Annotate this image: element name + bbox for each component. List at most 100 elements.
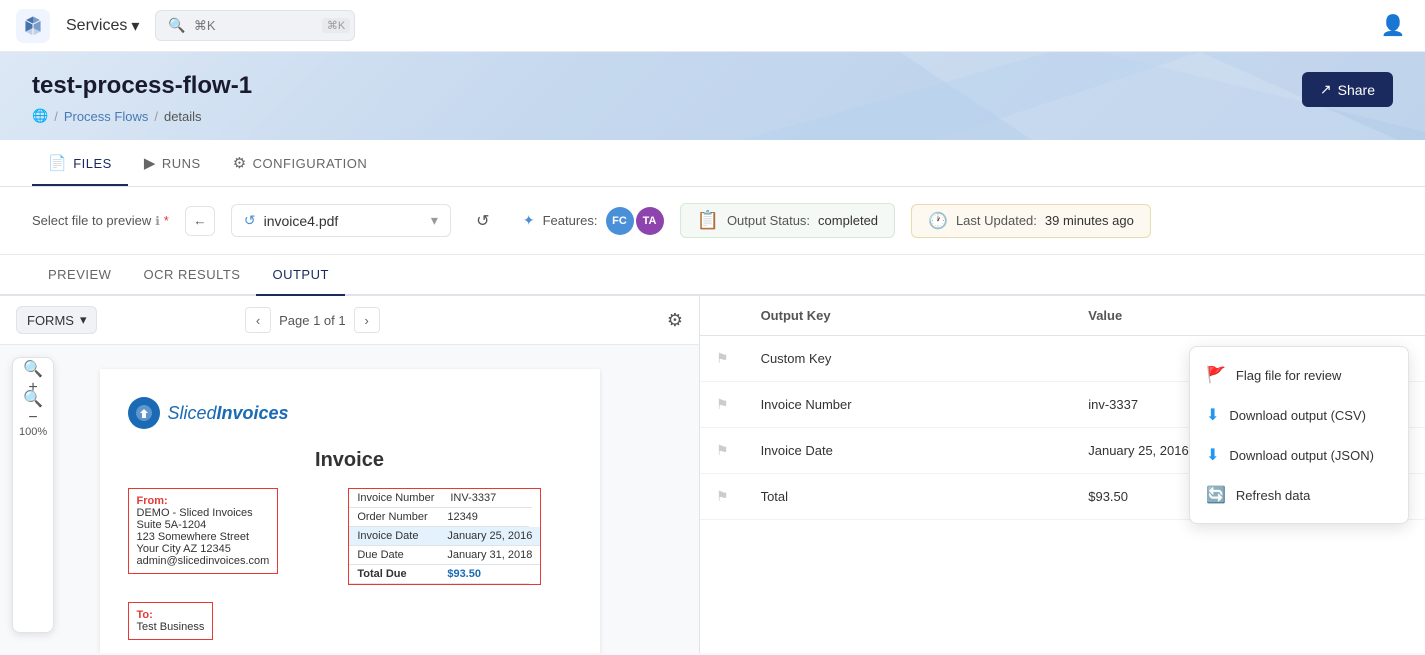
key-invoice-number: Invoice Number — [349, 489, 442, 508]
col-value-header: Value — [1072, 296, 1425, 336]
breadcrumb: 🌐 / Process Flows / details — [32, 108, 1393, 124]
sub-tab-preview[interactable]: PREVIEW — [32, 255, 127, 296]
val-invoice-number: INV-3337 — [442, 489, 532, 508]
flag-icon-invoice-number[interactable]: ⚑ — [716, 396, 729, 412]
user-profile-button[interactable]: 👤 — [1377, 10, 1409, 42]
invoice-table-row-5: Total Due $93.50 — [349, 565, 540, 584]
configuration-tab-label: CONFIGURATION — [253, 156, 368, 171]
invoice-table-row-1: Invoice Number INV-3337 — [349, 489, 540, 508]
forms-select[interactable]: FORMS ▾ — [16, 306, 97, 334]
gear-icon: ⚙ — [667, 310, 683, 330]
file-refresh-icon: ↺ — [244, 212, 256, 229]
main-content-area: FORMS ▾ ‹ Page 1 of 1 › ⚙ 🔍+ — [0, 296, 1425, 653]
features-label: Features: — [543, 213, 598, 228]
share-label: Share — [1338, 82, 1375, 98]
zoom-out-button[interactable]: 🔍− — [19, 394, 47, 422]
hero-header: test-process-flow-1 🌐 / Process Flows / … — [0, 52, 1425, 140]
prev-icon: ‹ — [256, 313, 260, 328]
breadcrumb-process-flows[interactable]: Process Flows — [64, 109, 149, 124]
invoice-details-table: Invoice Number INV-3337 Order Number 123… — [348, 488, 541, 585]
dropdown-arrow-icon: ▾ — [431, 212, 438, 229]
col-key-header: Output Key — [745, 296, 1073, 336]
sub-tab-output[interactable]: OUTPUT — [256, 255, 344, 296]
forms-chevron-icon: ▾ — [80, 312, 87, 328]
menu-item-download-json[interactable]: ⬇ Download output (JSON) — [1190, 435, 1408, 475]
user-icon: 👤 — [1381, 13, 1406, 38]
menu-item-refresh[interactable]: 🔄 Refresh data — [1190, 475, 1408, 515]
invoice-document: 🔍+ 🔍− 100% SlicedInvoices — [0, 345, 699, 653]
services-label: Services — [66, 17, 127, 35]
file-selector-bar: Select file to preview ℹ * ← ↺ invoice4.… — [0, 187, 1425, 255]
zoom-in-button[interactable]: 🔍+ — [19, 364, 47, 392]
logo-circle — [128, 397, 160, 429]
invoice-table-row-3: Invoice Date January 25, 2016 — [349, 527, 540, 546]
to-label: To: — [137, 609, 205, 621]
avatar-fc[interactable]: FC — [606, 207, 634, 235]
next-page-button[interactable]: › — [354, 307, 380, 333]
share-icon: ↗ — [1320, 81, 1332, 98]
preview-settings-button[interactable]: ⚙ — [667, 310, 683, 331]
time-icon: 🕐 — [928, 211, 948, 231]
invoice-paper: SlicedInvoices Invoice From: DEMO - Slic… — [100, 369, 600, 653]
zoom-controls: 🔍+ 🔍− 100% — [12, 357, 54, 633]
download-csv-icon: ⬇ — [1206, 405, 1219, 425]
back-button[interactable]: ← — [185, 206, 215, 236]
output-status-value: completed — [818, 213, 878, 228]
app-logo[interactable] — [16, 9, 50, 43]
tab-runs[interactable]: ▶ RUNS — [128, 140, 217, 186]
configuration-tab-icon: ⚙ — [233, 154, 247, 172]
flag-review-icon: 🚩 — [1206, 365, 1226, 385]
features-icon: ✦ — [523, 212, 535, 229]
menu-item-flag-review[interactable]: 🚩 Flag file for review — [1190, 355, 1408, 395]
download-json-label: Download output (JSON) — [1229, 448, 1374, 463]
context-menu: 🚩 Flag file for review ⬇ Download output… — [1189, 346, 1409, 524]
tab-files[interactable]: 📄 FILES — [32, 140, 128, 186]
key-invoice-date-output: Invoice Date — [745, 428, 1073, 474]
services-dropdown-button[interactable]: Services ▾ — [66, 16, 139, 36]
file-dropdown[interactable]: ↺ invoice4.pdf ▾ — [231, 204, 451, 237]
refresh-icon: ↺ — [476, 213, 489, 230]
avatar-ta[interactable]: TA — [636, 207, 664, 235]
info-icon: ℹ — [155, 214, 160, 228]
invoice-logo-text: SlicedInvoices — [168, 403, 289, 424]
invoice-table-row-2: Order Number 12349 — [349, 508, 540, 527]
last-updated-section: 🕐 Last Updated: 39 minutes ago — [911, 204, 1151, 238]
refresh-data-label: Refresh data — [1236, 488, 1310, 503]
flag-icon-invoice-date[interactable]: ⚑ — [716, 442, 729, 458]
features-section: ✦ Features: FC TA — [523, 207, 664, 235]
last-updated-label: Last Updated: — [956, 213, 1037, 228]
refresh-button[interactable]: ↺ — [467, 205, 499, 237]
pagination-controls: ‹ Page 1 of 1 › — [245, 307, 380, 333]
key-custom-key: Custom Key — [745, 336, 1073, 382]
flag-icon-custom-key[interactable]: ⚑ — [716, 350, 729, 366]
runs-tab-label: RUNS — [162, 156, 201, 171]
flag-review-label: Flag file for review — [1236, 368, 1341, 383]
invoice-to-box: To: Test Business — [128, 602, 214, 640]
prev-page-button[interactable]: ‹ — [245, 307, 271, 333]
from-line2: Suite 5A-1204 — [137, 519, 270, 531]
invoice-table-row-4: Due Date January 31, 2018 — [349, 546, 540, 565]
forms-label: FORMS — [27, 313, 74, 328]
search-input[interactable] — [194, 18, 314, 33]
key-total-output: Total — [745, 474, 1073, 520]
last-updated-value: 39 minutes ago — [1045, 213, 1134, 228]
preview-panel: FORMS ▾ ‹ Page 1 of 1 › ⚙ 🔍+ — [0, 296, 700, 653]
flag-icon-total[interactable]: ⚑ — [716, 488, 729, 504]
sub-tab-ocr[interactable]: OCR RESULTS — [127, 255, 256, 296]
page-indicator: Page 1 of 1 — [279, 313, 346, 328]
search-container: 🔍 ⌘K — [155, 10, 355, 41]
menu-item-download-csv[interactable]: ⬇ Download output (CSV) — [1190, 395, 1408, 435]
key-invoice-date: Invoice Date — [349, 527, 439, 546]
zoom-percentage: 100% — [19, 424, 47, 440]
to-line1: Test Business — [137, 621, 205, 633]
share-button[interactable]: ↗ Share — [1302, 72, 1393, 107]
breadcrumb-details: details — [164, 109, 202, 124]
file-name: invoice4.pdf — [264, 213, 339, 229]
main-tabs: 📄 FILES ▶ RUNS ⚙ CONFIGURATION — [0, 140, 1425, 187]
tab-configuration[interactable]: ⚙ CONFIGURATION — [217, 140, 384, 186]
back-arrow-icon: ← — [193, 213, 206, 228]
breadcrumb-home-icon[interactable]: 🌐 — [32, 108, 48, 124]
sub-tabs-bar: PREVIEW OCR RESULTS OUTPUT — [0, 255, 1425, 296]
next-icon: › — [364, 313, 368, 328]
from-line5: admin@slicedinvoices.com — [137, 555, 270, 567]
